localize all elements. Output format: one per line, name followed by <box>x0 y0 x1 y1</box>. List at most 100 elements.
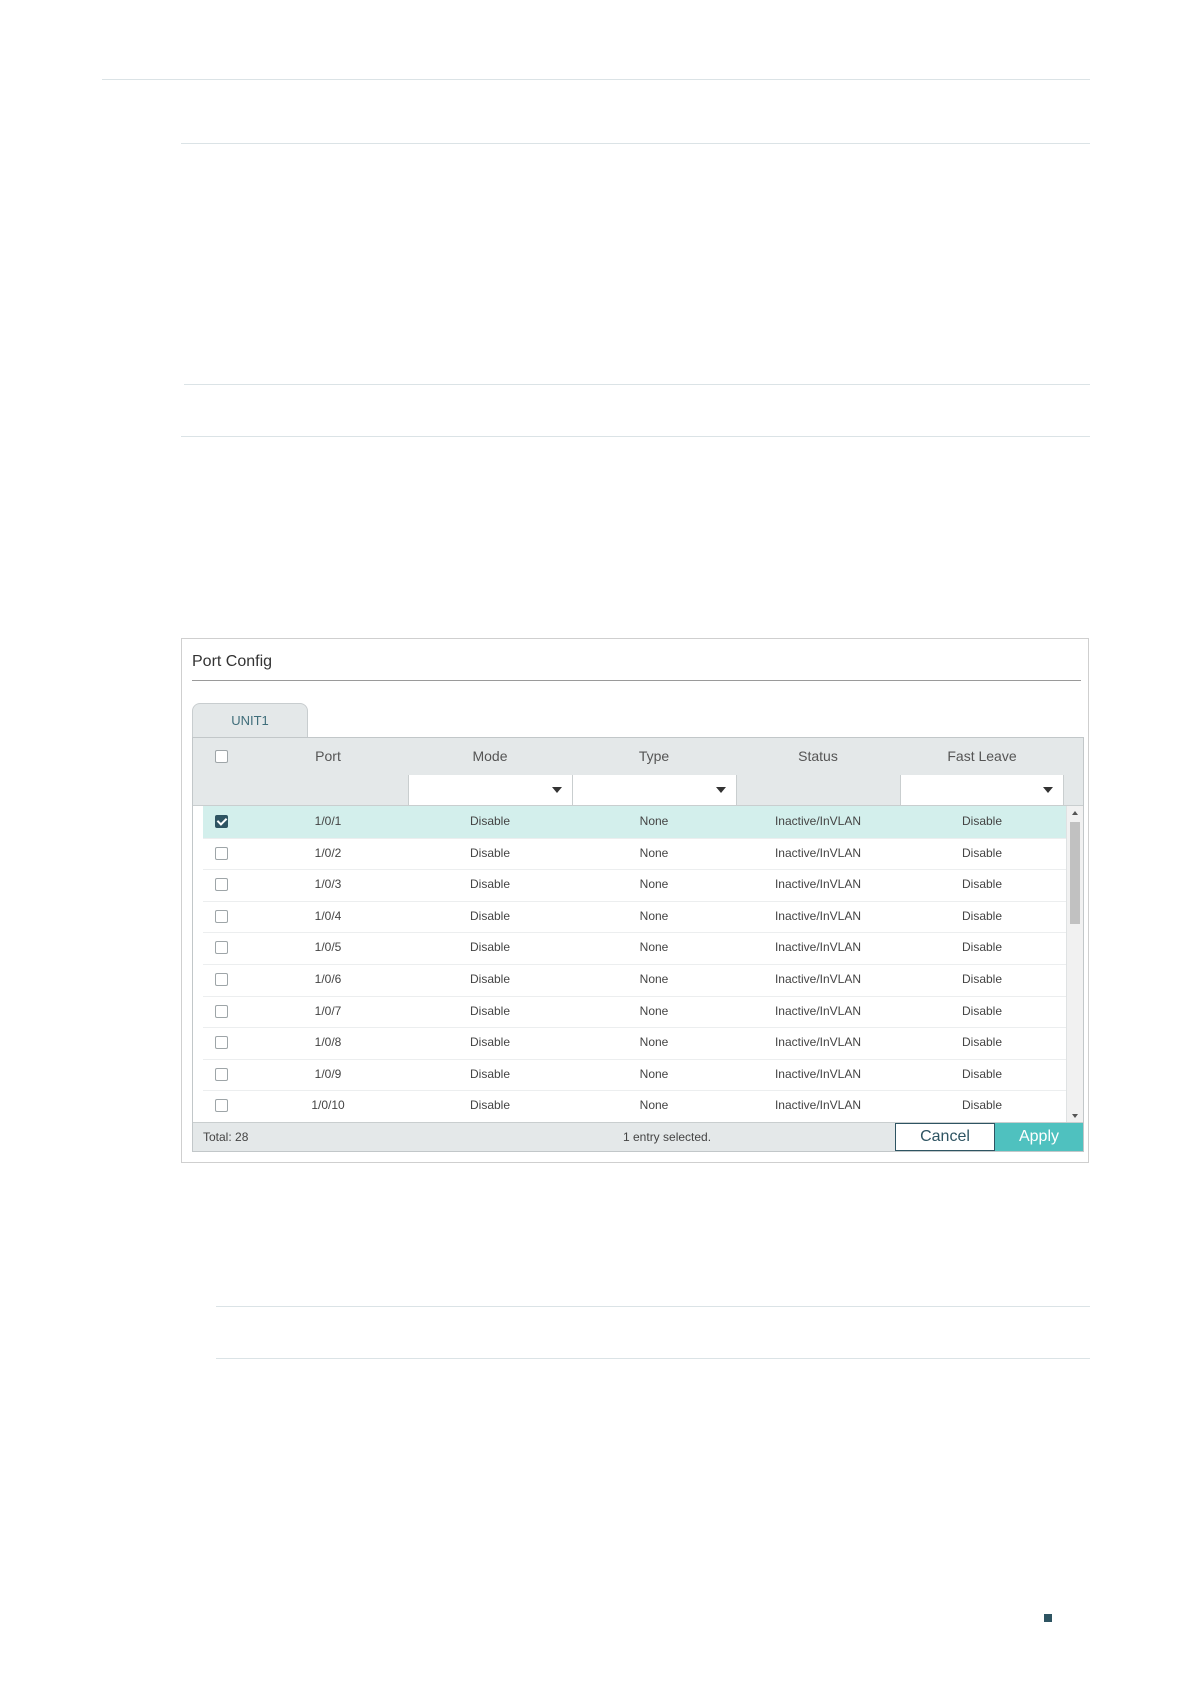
table-row[interactable]: 1/0/1 Disable None Inactive/InVLAN Disable <box>203 806 1067 839</box>
cell-status: Inactive/InVLAN <box>774 877 862 892</box>
divider <box>181 436 1090 437</box>
table-row[interactable]: 1/0/2 Disable None Inactive/InVLAN Disable <box>203 838 1067 871</box>
cell-port: 1/0/4 <box>314 908 342 923</box>
column-header-mode: Mode <box>472 748 508 764</box>
select-all-checkbox[interactable] <box>215 750 228 763</box>
divider <box>184 384 1090 385</box>
cell-port: 1/0/6 <box>314 972 342 986</box>
port-config-panel: Port Config UNIT1 Port Mode Type Status … <box>181 638 1089 1163</box>
cancel-button[interactable]: Cancel <box>895 1123 995 1151</box>
table-row[interactable]: 1/0/7 Disable None Inactive/InVLAN Disable <box>203 996 1067 1029</box>
fast-leave-filter-select[interactable] <box>900 775 1064 805</box>
selection-status: 1 entry selected. <box>623 1130 712 1144</box>
cell-mode: Disable <box>469 845 511 860</box>
row-checkbox[interactable] <box>215 878 228 892</box>
page-header-rule <box>102 79 1090 80</box>
cell-port: 1/0/10 <box>311 1098 345 1113</box>
cell-type: None <box>639 1066 669 1081</box>
row-checkbox[interactable] <box>215 1004 228 1018</box>
row-checkbox[interactable] <box>215 1099 228 1113</box>
mode-filter-select[interactable] <box>408 775 572 805</box>
type-filter-select[interactable] <box>572 775 736 805</box>
cell-mode: Disable <box>469 814 511 828</box>
cell-type: None <box>639 972 669 986</box>
filter-row <box>193 775 1083 806</box>
cell-mode: Disable <box>469 1003 511 1018</box>
cell-port: 1/0/7 <box>314 1003 342 1018</box>
cell-status: Inactive/InVLAN <box>774 1098 862 1113</box>
cell-type: None <box>639 1003 669 1018</box>
table-row[interactable]: 1/0/8 Disable None Inactive/InVLAN Disable <box>203 1027 1067 1060</box>
divider <box>181 143 1090 144</box>
scroll-up-icon[interactable] <box>1072 811 1078 815</box>
chevron-down-icon <box>552 787 562 793</box>
column-header-fast-leave: Fast Leave <box>947 748 1017 764</box>
cell-type: None <box>639 940 669 955</box>
title-rule <box>192 680 1081 681</box>
scroll-down-icon[interactable] <box>1072 1114 1078 1118</box>
row-checkbox[interactable] <box>215 1067 228 1081</box>
cell-type: None <box>639 1035 669 1050</box>
column-header-type: Type <box>638 748 670 764</box>
cell-type: None <box>639 845 669 860</box>
cell-fast-leave: Disable <box>961 908 1003 923</box>
scrollbar-thumb[interactable] <box>1070 822 1080 924</box>
row-checkbox[interactable] <box>215 909 228 923</box>
cell-fast-leave: Disable <box>961 972 1003 986</box>
cell-port: 1/0/5 <box>314 940 342 955</box>
cell-status: Inactive/InVLAN <box>774 845 862 860</box>
row-checkbox[interactable] <box>215 815 228 828</box>
cell-port: 1/0/3 <box>314 877 342 892</box>
cell-fast-leave: Disable <box>961 1035 1003 1050</box>
cell-mode: Disable <box>469 877 511 892</box>
cell-status: Inactive/InVLAN <box>774 1066 862 1081</box>
cell-status: Inactive/InVLAN <box>774 972 862 986</box>
vertical-scrollbar[interactable] <box>1066 806 1083 1123</box>
cell-fast-leave: Disable <box>961 1066 1003 1081</box>
cell-port: 1/0/9 <box>314 1066 342 1081</box>
cell-fast-leave: Disable <box>961 814 1003 828</box>
chevron-down-icon <box>716 787 726 793</box>
divider <box>216 1306 1090 1307</box>
table-row[interactable]: 1/0/4 Disable None Inactive/InVLAN Disable <box>203 901 1067 934</box>
cell-port: 1/0/8 <box>314 1035 342 1050</box>
cell-mode: Disable <box>469 1066 511 1081</box>
table-row[interactable]: 1/0/5 Disable None Inactive/InVLAN Disable <box>203 932 1067 965</box>
cell-type: None <box>639 1098 669 1113</box>
tab-unit1[interactable]: UNIT1 <box>192 703 308 738</box>
cell-port: 1/0/1 <box>314 814 342 828</box>
cell-mode: Disable <box>469 972 511 986</box>
table-row[interactable]: 1/0/9 Disable None Inactive/InVLAN Disable <box>203 1059 1067 1092</box>
row-checkbox[interactable] <box>215 941 228 955</box>
row-checkbox[interactable] <box>215 846 228 860</box>
cell-mode: Disable <box>469 940 511 955</box>
cell-fast-leave: Disable <box>961 1003 1003 1018</box>
cell-fast-leave: Disable <box>961 877 1003 892</box>
cell-status: Inactive/InVLAN <box>774 1003 862 1018</box>
cell-status: Inactive/InVLAN <box>774 908 862 923</box>
table-body: 1/0/1 Disable None Inactive/InVLAN Disable 1/… <box>193 806 1067 1123</box>
table-row[interactable]: 1/0/6 Disable None Inactive/InVLAN Disable <box>203 964 1067 997</box>
panel-title: Port Config <box>192 653 273 670</box>
chevron-down-icon <box>1043 787 1053 793</box>
cell-fast-leave: Disable <box>961 1098 1003 1113</box>
table-row[interactable]: 1/0/10 Disable None Inactive/InVLAN Disable <box>203 1090 1067 1123</box>
cell-fast-leave: Disable <box>961 845 1003 860</box>
cell-type: None <box>639 814 669 828</box>
cell-type: None <box>639 877 669 892</box>
cell-port: 1/0/2 <box>314 845 342 860</box>
status-filter-cell <box>736 775 900 805</box>
port-table: Port Mode Type Status Fast Leave 1/0/1 Di… <box>192 737 1084 1152</box>
row-checkbox[interactable] <box>215 973 228 986</box>
cell-mode: Disable <box>469 1035 511 1050</box>
column-header-port: Port <box>315 748 341 764</box>
cell-mode: Disable <box>469 908 511 923</box>
cell-status: Inactive/InVLAN <box>774 940 862 955</box>
apply-button[interactable]: Apply <box>995 1123 1083 1151</box>
row-checkbox[interactable] <box>215 1036 228 1050</box>
table-header: Port Mode Type Status Fast Leave <box>193 738 1083 776</box>
table-footer: Total: 28 1 entry selected. Cancel Apply <box>193 1122 1083 1151</box>
table-row[interactable]: 1/0/3 Disable None Inactive/InVLAN Disable <box>203 869 1067 902</box>
cell-status: Inactive/InVLAN <box>774 1035 862 1050</box>
total-count: Total: 28 <box>203 1130 249 1144</box>
